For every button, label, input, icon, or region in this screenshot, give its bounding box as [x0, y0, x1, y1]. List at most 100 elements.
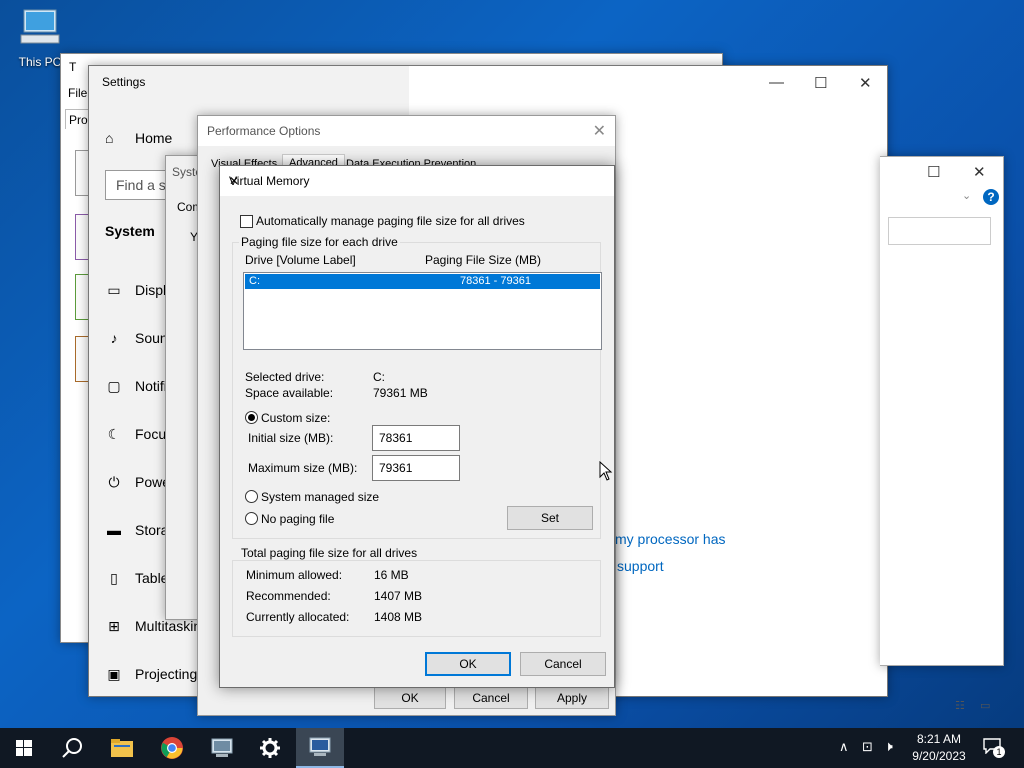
ok-button[interactable]: OK — [425, 652, 511, 676]
recommended-label: Recommended: — [246, 589, 331, 603]
speaker-muted-icon[interactable]: 🕨 — [884, 738, 893, 755]
chrome-button[interactable] — [148, 728, 196, 768]
menu-file[interactable]: File — [68, 86, 87, 100]
custom-size-radio[interactable] — [245, 411, 258, 424]
selected-drive-value: C: — [373, 370, 385, 384]
total-paging-group-label: Total paging file size for all drives — [239, 546, 420, 560]
start-button[interactable] — [0, 728, 48, 768]
close-button[interactable]: ✕ — [973, 163, 986, 181]
sidebar-item-label: Multitaskin — [135, 618, 202, 634]
title-bar: Virtual Memory ✕ — [220, 166, 614, 196]
notification-center-button[interactable]: 1 — [983, 738, 1005, 758]
space-available-value: 79361 MB — [373, 386, 428, 400]
sidebar-item-label: Stora — [135, 522, 169, 538]
initial-size-label: Initial size (MB): — [248, 431, 334, 445]
sidebar-item-power[interactable]: ⏻ Powe — [105, 474, 170, 491]
speaker-icon: ♪ — [110, 330, 118, 346]
computer-icon — [20, 9, 60, 44]
initial-size-input[interactable]: 78361 — [372, 425, 460, 451]
sidebar-item-projecting[interactable]: ▣ Projecting — [105, 666, 197, 683]
about-window-partial[interactable]: ☐ ✕ ⌄ ? ☷ ▭ — [880, 156, 1004, 712]
maximize-button[interactable]: ☐ — [927, 163, 940, 181]
drive-list[interactable]: C: 78361 - 79361 — [243, 272, 602, 350]
minimize-button[interactable]: — — [769, 74, 784, 91]
auto-manage-label[interactable]: Automatically manage paging file size fo… — [256, 214, 525, 228]
sidebar-item-sound[interactable]: ♪ Soun — [105, 330, 168, 346]
processor-link[interactable]: my processor has — [615, 531, 725, 547]
storage-icon: ▬ — [107, 522, 121, 538]
max-size-label: Maximum size (MB): — [248, 461, 358, 475]
mouse-cursor-icon — [599, 461, 613, 481]
sidebar-item-label: Displ — [135, 282, 167, 298]
no-paging-label[interactable]: No paging file — [261, 512, 334, 526]
system-properties-icon — [211, 738, 233, 757]
list-item[interactable]: C: 78361 - 79361 — [245, 274, 600, 289]
apply-button[interactable]: Apply — [535, 687, 609, 709]
sidebar-item-notifications[interactable]: ▢ Notifi — [105, 378, 167, 395]
selected-drive-label: Selected drive: — [245, 370, 325, 384]
sidebar-item-label: Soun — [135, 330, 168, 346]
max-size-input[interactable]: 79361 — [372, 455, 460, 481]
thumbnail-view-icon[interactable]: ▭ — [980, 699, 990, 712]
home-icon: ⌂ — [105, 130, 114, 146]
settings-gear-icon — [260, 738, 280, 758]
search-button[interactable] — [48, 728, 96, 768]
settings-category-title: System — [105, 223, 155, 239]
system-managed-label[interactable]: System managed size — [261, 490, 379, 504]
sidebar-item-label: Projecting — [135, 666, 198, 682]
each-drive-group-label: Paging file size for each drive — [239, 235, 400, 249]
sidebar-item-tablet[interactable]: ▯ Table — [105, 570, 168, 587]
sidebar-item-display[interactable]: ▭ Displ — [105, 282, 166, 299]
performance-monitor-icon — [309, 737, 331, 756]
network-icon[interactable]: ⊡ — [862, 739, 873, 755]
ok-button[interactable]: OK — [374, 687, 446, 709]
space-available-label: Space available: — [245, 386, 334, 400]
sidebar-item-label: Table — [135, 570, 169, 586]
multitasking-icon: ⊞ — [108, 618, 120, 634]
maximize-button[interactable]: ☐ — [814, 74, 827, 92]
sidebar-item-multitasking[interactable]: ⊞ Multitaskin — [105, 618, 201, 635]
notification-count-badge: 1 — [993, 746, 1005, 758]
moon-icon: ☾ — [107, 426, 121, 442]
clock-date: 9/20/2023 — [912, 749, 966, 763]
system-properties-button[interactable] — [198, 728, 246, 768]
recommended-value: 1407 MB — [374, 589, 423, 603]
min-allowed-value: 16 MB — [374, 568, 409, 582]
virtual-memory-dialog[interactable]: Virtual Memory ✕ Automatically manage pa… — [219, 165, 615, 688]
min-allowed-label: Minimum allowed: — [246, 568, 343, 582]
projecting-icon: ▣ — [107, 666, 121, 682]
close-button[interactable]: ✕ — [229, 174, 605, 188]
column-header-drive: Drive [Volume Label] — [245, 253, 356, 267]
set-button[interactable]: Set — [507, 506, 593, 530]
settings-home-label: Home — [135, 130, 173, 146]
chrome-icon — [161, 737, 183, 759]
search-icon — [62, 738, 82, 758]
support-link[interactable]: support — [617, 558, 664, 574]
file-explorer-icon — [111, 739, 133, 757]
performance-options-title: Performance Options — [207, 124, 321, 138]
settings-home-link[interactable]: ⌂ Home — [105, 130, 172, 146]
performance-monitor-button[interactable] — [296, 728, 344, 768]
this-pc-desktop-icon[interactable]: This PC — [14, 8, 66, 69]
system-clock[interactable]: 8:21 AM 9/20/2023 — [905, 731, 973, 765]
power-icon: ⏻ — [108, 474, 120, 490]
settings-button[interactable] — [246, 728, 294, 768]
close-icon[interactable]: ✕ — [593, 121, 606, 141]
cancel-button[interactable]: Cancel — [520, 652, 606, 676]
help-icon[interactable]: ? — [983, 189, 999, 205]
details-view-icon[interactable]: ☷ — [955, 699, 965, 712]
auto-manage-checkbox[interactable] — [240, 215, 253, 228]
cancel-button[interactable]: Cancel — [454, 687, 528, 709]
drive-letter: C: — [249, 275, 260, 287]
sidebar-item-focus[interactable]: ☾ Focu — [105, 426, 166, 443]
custom-size-label[interactable]: Custom size: — [261, 411, 330, 425]
file-explorer-button[interactable] — [98, 728, 146, 768]
chevron-up-icon[interactable]: ∧ — [839, 739, 849, 755]
sidebar-item-storage[interactable]: ▬ Stora — [105, 522, 168, 538]
close-button[interactable]: ✕ — [859, 74, 872, 92]
search-box[interactable] — [888, 217, 991, 245]
desktop-icon-label: This PC — [18, 55, 62, 69]
system-managed-radio[interactable] — [245, 490, 258, 503]
no-paging-radio[interactable] — [245, 512, 258, 525]
chevron-down-icon[interactable]: ⌄ — [962, 189, 971, 202]
